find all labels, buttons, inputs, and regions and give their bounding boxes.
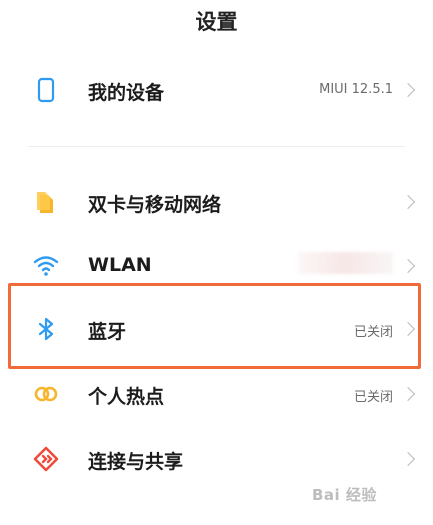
device-icon: [37, 77, 55, 103]
settings-item-label: 个人热点: [88, 386, 165, 408]
settings-item-label: 连接与共享: [88, 451, 184, 473]
settings-item-my-device[interactable]: 我的设备 MIUI 12.5.1: [0, 62, 433, 118]
settings-item-hotspot[interactable]: 个人热点 已关闭: [0, 366, 433, 422]
settings-item-label: 我的设备: [88, 82, 165, 104]
blurred-watermark: [298, 252, 393, 274]
settings-item-label: 双卡与移动网络: [88, 194, 222, 216]
chevron-right-icon: [400, 82, 416, 98]
chevron-right-icon: [400, 386, 416, 402]
settings-item-sim-network[interactable]: 双卡与移动网络: [0, 174, 433, 230]
connection-share-icon: [33, 446, 59, 472]
wifi-icon: [33, 256, 59, 276]
chevron-right-icon: [400, 258, 416, 274]
settings-item-connection-share[interactable]: 连接与共享: [0, 431, 433, 487]
chevron-right-icon: [400, 451, 416, 467]
highlight-box: [8, 283, 421, 369]
section-divider: [28, 146, 405, 147]
watermark-text: Bai 经验: [312, 486, 377, 504]
settings-item-value: MIUI 12.5.1: [319, 82, 393, 97]
sim-card-icon: [37, 192, 53, 213]
hotspot-icon: [34, 386, 58, 402]
settings-item-value: 已关闭: [353, 390, 393, 405]
settings-item-label: WLAN: [88, 254, 152, 276]
chevron-right-icon: [400, 194, 416, 210]
page-title: 设置: [195, 10, 238, 34]
